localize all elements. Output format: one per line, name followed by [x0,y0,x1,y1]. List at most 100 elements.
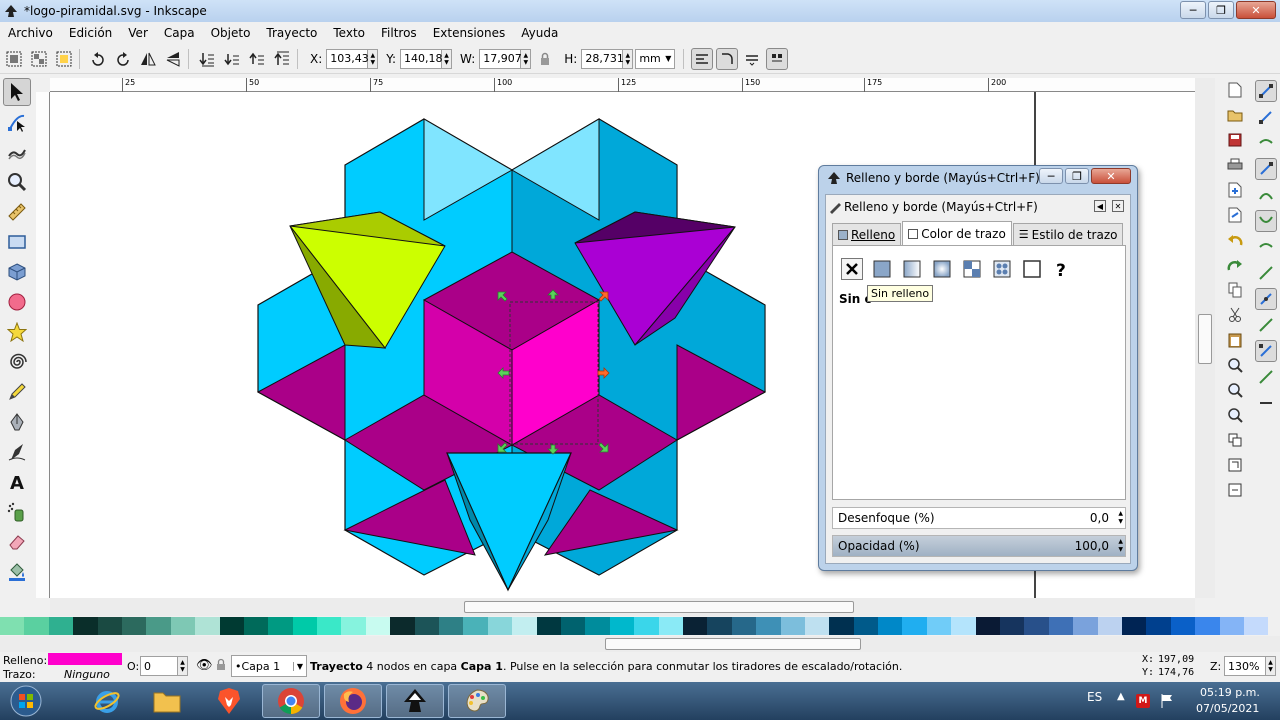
copy-icon[interactable] [1224,279,1246,301]
raise-to-top-icon[interactable] [271,48,293,70]
palette-swatch[interactable] [756,617,781,635]
tweak-tool-icon[interactable] [3,138,31,166]
palette-swatch[interactable] [1195,617,1220,635]
unknown-paint-icon[interactable]: ? [1051,258,1073,280]
palette-swatch[interactable] [97,617,122,635]
snap-rotation-center-icon[interactable] [1255,314,1277,336]
snap-smooth-icon[interactable] [1255,236,1277,258]
maximize-button[interactable]: ❐ [1208,1,1234,19]
calligraphy-tool-icon[interactable] [3,438,31,466]
palette-swatch[interactable] [975,617,1001,635]
palette-swatch[interactable] [170,617,196,635]
lower-icon[interactable] [221,48,243,70]
menu-objeto[interactable]: Objeto [203,26,259,40]
palette-swatch[interactable] [195,617,220,635]
palette-scrollbar[interactable] [0,636,1280,652]
clock-time[interactable]: 05:19 p.m. [1200,686,1260,699]
snap-cusp-icon[interactable] [1255,210,1277,232]
node-tool-icon[interactable] [3,108,31,136]
palette-swatch[interactable] [804,617,830,635]
selector-tool-icon[interactable] [3,78,31,106]
palette-swatch[interactable] [560,617,586,635]
import-icon[interactable] [1224,179,1246,201]
color-palette[interactable] [0,617,1269,635]
palette-swatch[interactable] [414,617,440,635]
rectangle-tool-icon[interactable] [3,228,31,256]
lower-to-bottom-icon[interactable] [196,48,218,70]
open-document-icon[interactable] [1224,104,1246,126]
save-icon[interactable] [1224,129,1246,151]
close-button[interactable]: ✕ [1236,1,1276,19]
duplicate-icon[interactable] [1224,429,1246,451]
pencil-tool-icon[interactable] [3,378,31,406]
palette-swatch[interactable] [121,617,147,635]
clone-icon[interactable] [1224,454,1246,476]
vertical-scrollbar[interactable] [1195,78,1215,598]
zoom-tool-icon[interactable] [3,168,31,196]
dialog-maximize-button[interactable]: ❐ [1065,168,1089,184]
palette-swatch[interactable] [146,617,171,635]
palette-swatch[interactable] [853,617,879,635]
palette-swatch[interactable] [1146,617,1171,635]
pen-tool-icon[interactable] [3,408,31,436]
menu-trayecto[interactable]: Trayecto [258,26,325,40]
palette-swatch[interactable] [658,617,683,635]
no-paint-icon[interactable] [841,258,863,280]
fill-color-indicator[interactable] [48,653,122,665]
palette-swatch[interactable] [292,617,318,635]
palette-swatch[interactable] [926,617,952,635]
undo-icon[interactable] [1224,229,1246,251]
chrome-taskbar-button[interactable] [262,684,320,718]
menu-archivo[interactable]: Archivo [0,26,61,40]
start-button[interactable] [0,684,52,718]
opacity-spinner[interactable]: ▲ ▼ [1118,538,1123,554]
paste-icon[interactable] [1224,329,1246,351]
width-input[interactable]: 17,907 [479,48,522,69]
palette-swatch[interactable] [536,617,561,635]
palette-swatch[interactable] [243,617,269,635]
palette-swatch[interactable] [829,617,854,635]
width-spinner[interactable]: ▲ ▼ [521,48,532,69]
snap-bbox-edge-icon[interactable] [1255,132,1277,154]
palette-swatch[interactable] [512,617,537,635]
palette-swatch[interactable] [463,617,488,635]
star-tool-icon[interactable] [3,318,31,346]
spiral-tool-icon[interactable] [3,348,31,376]
3d-box-tool-icon[interactable] [3,258,31,286]
menu-ver[interactable]: Ver [120,26,156,40]
snap-nodes-icon[interactable] [1255,158,1277,180]
snap-page-icon[interactable] [1255,340,1277,362]
menu-texto[interactable]: Texto [325,26,373,40]
flat-color-icon[interactable] [871,258,893,280]
palette-swatch[interactable] [878,617,903,635]
opacity-slider[interactable]: Opacidad (%) 100,0 ▲ ▼ [832,535,1126,557]
palette-swatch[interactable] [341,617,366,635]
cut-icon[interactable] [1224,304,1246,326]
palette-swatch[interactable] [707,617,732,635]
new-document-icon[interactable] [1224,79,1246,101]
palette-swatch[interactable] [731,617,757,635]
unset-paint-icon[interactable] [1021,258,1043,280]
zoom-drawing-icon[interactable] [1224,379,1246,401]
y-input[interactable]: 140,183 [400,48,450,69]
flag-icon[interactable] [1160,693,1174,709]
palette-swatch[interactable] [780,617,805,635]
pattern-icon[interactable] [961,258,983,280]
palette-swatch[interactable] [48,617,74,635]
snap-center-icon[interactable] [1255,288,1277,310]
palette-scroll-thumb[interactable] [605,638,861,650]
opacity-status-spinner[interactable]: ▲ ▼ [178,656,188,676]
move-gradients-icon[interactable] [741,48,763,70]
menu-capa[interactable]: Capa [156,26,203,40]
palette-swatch[interactable] [1000,617,1025,635]
palette-swatch[interactable] [634,617,659,635]
radial-gradient-icon[interactable] [931,258,953,280]
rotate-cw-icon[interactable] [112,48,134,70]
menu-extensiones[interactable]: Extensiones [425,26,514,40]
rotate-ccw-icon[interactable] [87,48,109,70]
snap-midpoint-icon[interactable] [1255,262,1277,284]
print-icon[interactable] [1224,154,1246,176]
palette-swatch[interactable] [1170,617,1196,635]
horizontal-scroll-thumb[interactable] [464,601,854,613]
minimize-button[interactable]: ─ [1180,1,1206,19]
